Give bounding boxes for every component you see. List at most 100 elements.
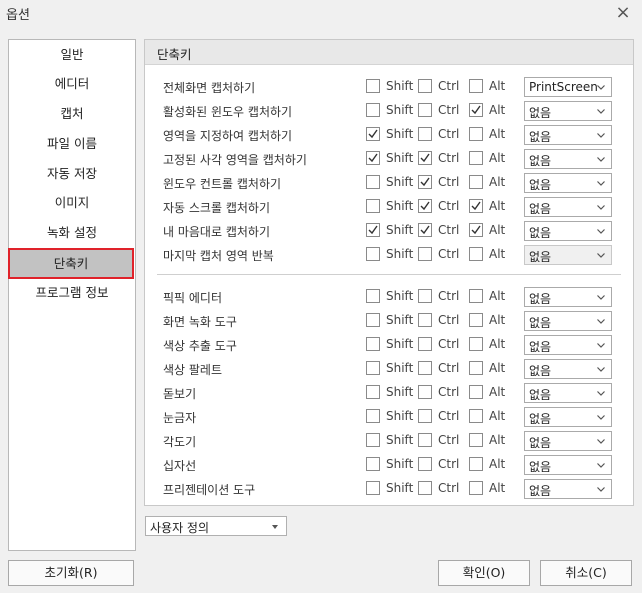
shift-checkbox[interactable] — [366, 433, 380, 447]
key-select[interactable]: 없음 — [524, 335, 612, 355]
sidebar-item[interactable]: 파일 이름 — [11, 131, 133, 157]
chevron-down-icon — [596, 411, 606, 421]
preset-dropdown[interactable]: 사용자 정의 — [145, 516, 287, 536]
shortcut-label: 눈금자 — [163, 411, 197, 425]
ctrl-checkbox[interactable] — [418, 313, 432, 327]
ctrl-checkbox[interactable] — [418, 361, 432, 375]
alt-checkbox[interactable] — [469, 337, 483, 351]
shift-checkbox[interactable] — [366, 223, 380, 237]
alt-checkbox[interactable] — [469, 289, 483, 303]
shift-checkbox[interactable] — [366, 103, 380, 117]
ctrl-checkbox[interactable] — [418, 247, 432, 261]
ctrl-checkbox[interactable] — [418, 223, 432, 237]
key-select[interactable]: 없음 — [524, 407, 612, 427]
ctrl-checkbox[interactable] — [418, 337, 432, 351]
shortcut-label: 화면 녹화 도구 — [163, 315, 237, 329]
alt-checkbox[interactable] — [469, 223, 483, 237]
ctrl-label: Ctrl — [438, 151, 460, 165]
key-select-value: 없음 — [529, 130, 552, 144]
shift-label: Shift — [386, 481, 414, 495]
alt-checkbox[interactable] — [469, 79, 483, 93]
ok-button[interactable]: 확인(O) — [438, 560, 530, 586]
close-icon[interactable]: × — [612, 2, 634, 24]
shift-checkbox[interactable] — [366, 289, 380, 303]
key-select[interactable]: 없음 — [524, 221, 612, 241]
ctrl-checkbox[interactable] — [418, 151, 432, 165]
key-select[interactable]: 없음 — [524, 197, 612, 217]
shift-checkbox[interactable] — [366, 457, 380, 471]
sidebar-item[interactable]: 자동 저장 — [11, 161, 133, 187]
shift-checkbox[interactable] — [366, 127, 380, 141]
shift-checkbox[interactable] — [366, 481, 380, 495]
ctrl-checkbox[interactable] — [418, 103, 432, 117]
shift-checkbox[interactable] — [366, 175, 380, 189]
shift-checkbox[interactable] — [366, 79, 380, 93]
alt-checkbox[interactable] — [469, 481, 483, 495]
ctrl-checkbox[interactable] — [418, 409, 432, 423]
alt-checkbox[interactable] — [469, 103, 483, 117]
ctrl-checkbox[interactable] — [418, 385, 432, 399]
key-select[interactable]: 없음 — [524, 479, 612, 499]
ctrl-checkbox[interactable] — [418, 175, 432, 189]
preset-value: 사용자 정의 — [150, 521, 210, 535]
alt-checkbox[interactable] — [469, 385, 483, 399]
alt-checkbox[interactable] — [469, 313, 483, 327]
alt-checkbox[interactable] — [469, 247, 483, 261]
alt-checkbox[interactable] — [469, 361, 483, 375]
ctrl-label: Ctrl — [438, 313, 460, 327]
key-select-value: 없음 — [529, 340, 552, 354]
alt-label: Alt — [489, 457, 506, 471]
key-select[interactable]: 없음 — [524, 101, 612, 121]
alt-label: Alt — [489, 223, 506, 237]
alt-checkbox[interactable] — [469, 409, 483, 423]
ctrl-checkbox[interactable] — [418, 127, 432, 141]
alt-checkbox[interactable] — [469, 127, 483, 141]
sidebar-item[interactable]: 일반 — [11, 42, 133, 68]
key-select-value: 없음 — [529, 412, 552, 426]
ctrl-checkbox[interactable] — [418, 433, 432, 447]
ctrl-checkbox[interactable] — [418, 199, 432, 213]
sidebar-item[interactable]: 캡처 — [11, 101, 133, 127]
sidebar-item[interactable]: 에디터 — [11, 71, 133, 97]
reset-button[interactable]: 초기화(R) — [8, 560, 134, 586]
panel-header: 단축키 — [145, 40, 633, 65]
sidebar-item[interactable]: 프로그램 정보 — [11, 280, 133, 306]
sidebar-item[interactable]: 이미지 — [11, 190, 133, 216]
shift-checkbox[interactable] — [366, 199, 380, 213]
ctrl-checkbox[interactable] — [418, 457, 432, 471]
key-select[interactable]: 없음 — [524, 125, 612, 145]
alt-checkbox[interactable] — [469, 457, 483, 471]
shift-checkbox[interactable] — [366, 409, 380, 423]
cancel-button[interactable]: 취소(C) — [540, 560, 632, 586]
shift-checkbox[interactable] — [366, 361, 380, 375]
shift-label: Shift — [386, 433, 414, 447]
shift-checkbox[interactable] — [366, 247, 380, 261]
key-select[interactable]: 없음 — [524, 455, 612, 475]
key-select[interactable]: 없음 — [524, 431, 612, 451]
alt-label: Alt — [489, 79, 506, 93]
shift-checkbox[interactable] — [366, 337, 380, 351]
key-select[interactable]: 없음 — [524, 383, 612, 403]
sidebar-item[interactable]: 녹화 설정 — [11, 220, 133, 246]
shift-checkbox[interactable] — [366, 313, 380, 327]
alt-checkbox[interactable] — [469, 151, 483, 165]
ctrl-checkbox[interactable] — [418, 481, 432, 495]
ctrl-checkbox[interactable] — [418, 289, 432, 303]
shift-checkbox[interactable] — [366, 151, 380, 165]
key-select[interactable]: 없음 — [524, 173, 612, 193]
key-select[interactable]: 없음 — [524, 245, 612, 265]
key-select[interactable]: 없음 — [524, 287, 612, 307]
key-select[interactable]: PrintScreen — [524, 77, 612, 97]
alt-checkbox[interactable] — [469, 433, 483, 447]
key-select[interactable]: 없음 — [524, 149, 612, 169]
shift-checkbox[interactable] — [366, 385, 380, 399]
alt-checkbox[interactable] — [469, 175, 483, 189]
ctrl-checkbox[interactable] — [418, 79, 432, 93]
shift-label: Shift — [386, 289, 414, 303]
key-select[interactable]: 없음 — [524, 359, 612, 379]
key-select[interactable]: 없음 — [524, 311, 612, 331]
alt-checkbox[interactable] — [469, 199, 483, 213]
shift-label: Shift — [386, 175, 414, 189]
key-select-value: 없음 — [529, 154, 552, 168]
sidebar-item[interactable]: 단축키 — [8, 248, 134, 279]
